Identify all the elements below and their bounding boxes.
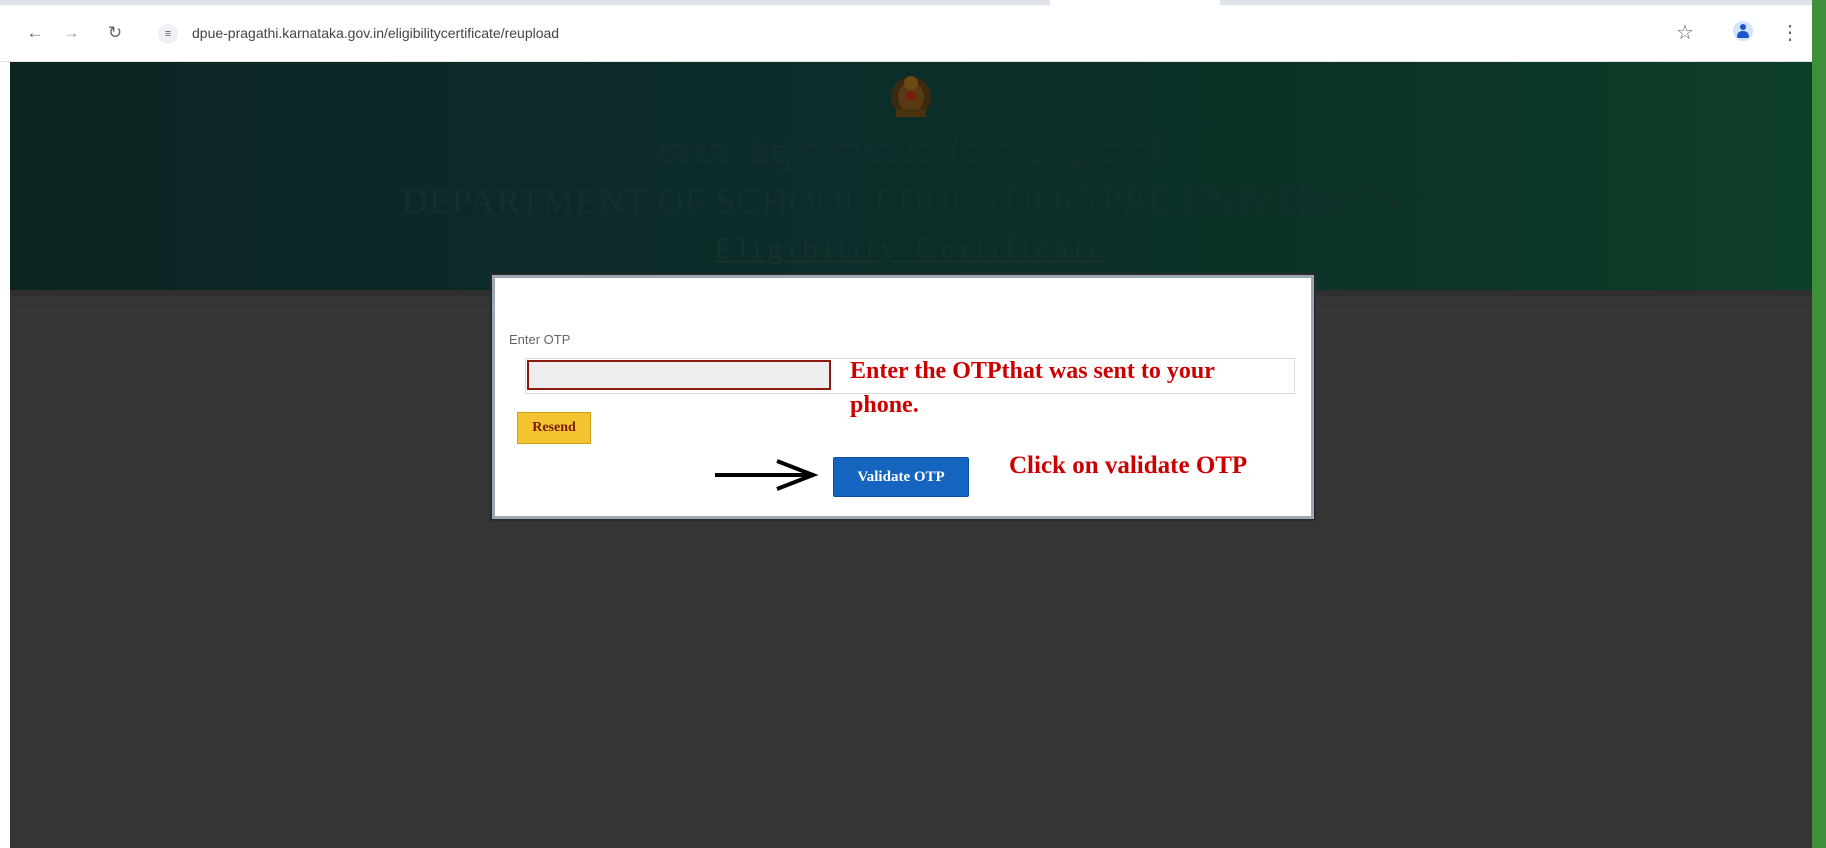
validate-instruction-annotation: Click on validate OTP — [1009, 452, 1248, 479]
department-title: DEPARTMENT OF SCHOOL EDUCATION(PRE UNIVE… — [401, 181, 1421, 221]
otp-instruction-annotation: Enter the OTPthat was sent to your phone… — [850, 358, 1215, 418]
eligibility-certificate-title: Eligibility Certificate — [714, 232, 1108, 265]
site-header: ಶಾಲಾ ಶಿಕ್ಷಣ ಇಲಾಖೆ (ಪದವಿ ಪೂರ್ವ) DEPARTMEN… — [10, 62, 1812, 290]
resend-button[interactable]: Resend — [517, 412, 591, 444]
otp-label: Enter OTP — [509, 332, 571, 347]
profile-icon[interactable] — [1733, 21, 1753, 41]
site-settings-icon[interactable]: ≡ — [158, 24, 178, 44]
state-emblem-icon — [891, 76, 931, 117]
otp-input[interactable] — [527, 360, 831, 390]
back-arrow-icon[interactable]: ← — [24, 22, 46, 44]
screenshot-frame: ← → ↻ ≡ dpue-pragathi.karnataka.gov.in/e… — [0, 0, 1826, 848]
kebab-menu-icon[interactable]: ⋮ — [1780, 20, 1800, 45]
browser-toolbar: ← → ↻ ≡ dpue-pragathi.karnataka.gov.in/e… — [0, 0, 1812, 62]
kannada-title: ಶಾಲಾ ಶಿಕ್ಷಣ ಇಲಾಖೆ (ಪದವಿ ಪೂರ್ವ) — [657, 128, 1165, 172]
otp-dialog: Enter OTP Resend Validate OTP Enter the … — [492, 275, 1314, 519]
address-bar[interactable]: ≡ dpue-pragathi.karnataka.gov.in/eligibi… — [148, 18, 1648, 50]
star-icon[interactable]: ☆ — [1676, 20, 1694, 45]
tab-strip — [0, 0, 1812, 5]
reload-icon[interactable]: ↻ — [104, 22, 126, 44]
url-text[interactable]: dpue-pragathi.karnataka.gov.in/eligibili… — [192, 25, 559, 41]
forward-arrow-icon[interactable]: → — [60, 22, 82, 44]
slide-side-strip — [1812, 0, 1826, 848]
right-arrow-icon — [715, 459, 819, 491]
validate-otp-button[interactable]: Validate OTP — [833, 457, 969, 497]
